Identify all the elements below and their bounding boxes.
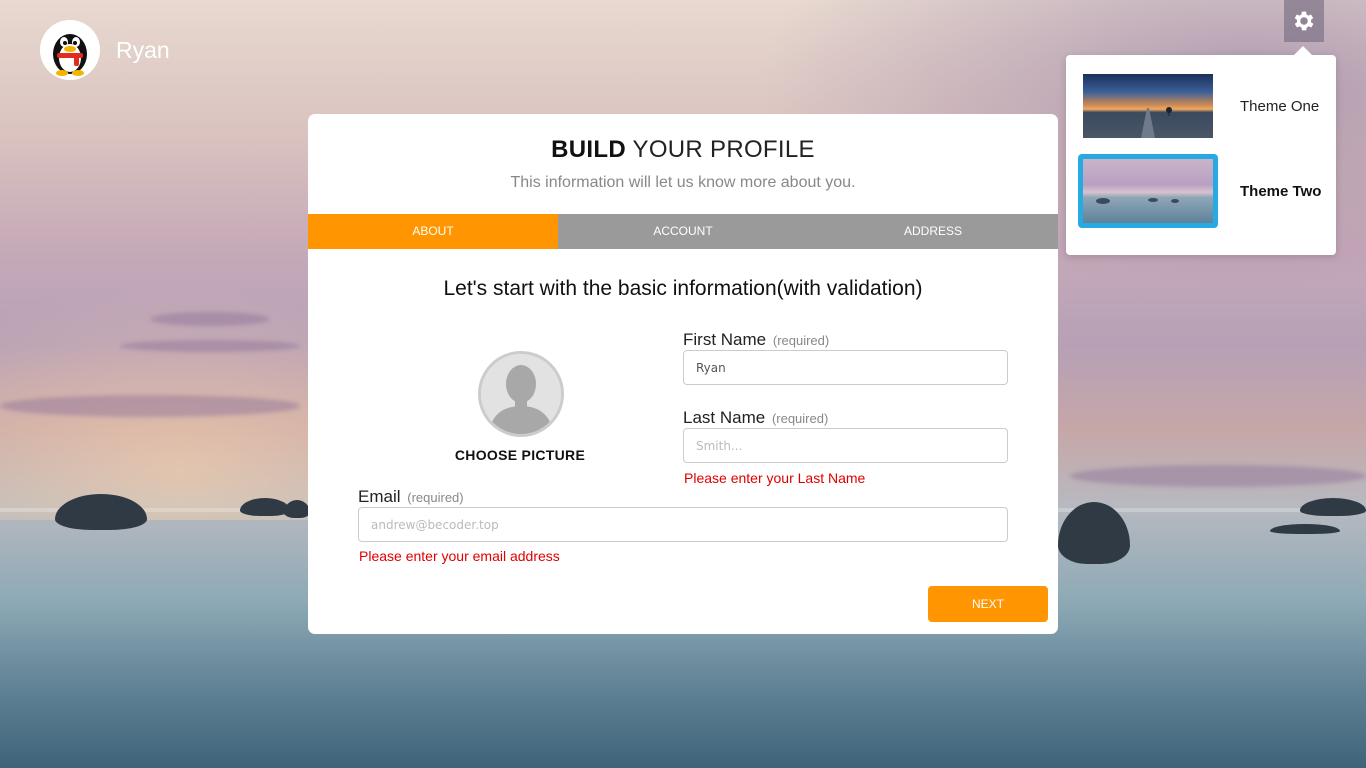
- profile-picture[interactable]: [478, 351, 564, 437]
- tab-account[interactable]: Account: [558, 214, 808, 249]
- card-title-rest: YOUR PROFILE: [625, 136, 815, 163]
- last-name-label-text: Last Name: [683, 408, 766, 427]
- theme-one-image: [1083, 74, 1213, 138]
- last-name-required-hint: (required): [771, 411, 829, 426]
- section-title: Let's start with the basic information(w…: [443, 277, 923, 300]
- background-rock: [240, 498, 290, 516]
- penguin-avatar-icon: [40, 20, 100, 80]
- last-name-label: Last Name (required): [683, 408, 828, 428]
- avatar[interactable]: [40, 20, 100, 80]
- background-cloud: [1070, 465, 1366, 487]
- card-title: BUILD YOUR PROFILE: [308, 136, 1058, 164]
- email-label-text: Email: [358, 487, 401, 506]
- last-name-error: Please enter your Last Name: [684, 470, 866, 486]
- tab-about[interactable]: About: [308, 214, 558, 249]
- theme-one-thumbnail[interactable]: [1078, 69, 1218, 143]
- theme-option-two[interactable]: Theme Two: [1078, 154, 1328, 228]
- theme-one-label[interactable]: Theme One: [1240, 98, 1319, 115]
- gear-icon: [1294, 11, 1314, 31]
- user-silhouette-icon: [481, 354, 561, 434]
- theme-option-one[interactable]: Theme One: [1078, 69, 1328, 143]
- theme-two-thumbnail[interactable]: [1078, 154, 1218, 228]
- background-rock: [284, 500, 310, 518]
- card-subtitle: This information will let us know more a…: [510, 174, 856, 191]
- theme-panel: Theme One Theme Two: [1066, 46, 1336, 255]
- background-rock: [1300, 498, 1366, 516]
- first-name-input[interactable]: [683, 350, 1008, 385]
- background-cloud: [150, 312, 270, 326]
- profile-wizard-card: BUILD YOUR PROFILE This information will…: [308, 114, 1058, 634]
- settings-button[interactable]: [1284, 0, 1324, 42]
- theme-two-label[interactable]: Theme Two: [1240, 183, 1321, 200]
- choose-picture-label[interactable]: CHOOSE PICTURE: [420, 447, 620, 463]
- next-button[interactable]: Next: [928, 586, 1048, 622]
- background-rock: [1270, 524, 1340, 534]
- background-cloud: [0, 395, 300, 417]
- username: Ryan: [116, 37, 170, 63]
- email-input[interactable]: [358, 507, 1008, 542]
- theme-two-image: [1083, 159, 1213, 223]
- first-name-label-text: First Name: [683, 330, 767, 349]
- tab-address[interactable]: Address: [808, 214, 1058, 249]
- email-error: Please enter your email address: [359, 548, 560, 564]
- first-name-required-hint: (required): [772, 333, 830, 348]
- card-title-bold: BUILD: [551, 136, 626, 163]
- background-cloud: [120, 340, 300, 352]
- first-name-label: First Name (required): [683, 330, 829, 350]
- last-name-input[interactable]: [683, 428, 1008, 463]
- email-label: Email (required): [358, 487, 464, 507]
- wizard-tabs: About Account Address: [308, 214, 1058, 249]
- email-required-hint: (required): [407, 490, 464, 505]
